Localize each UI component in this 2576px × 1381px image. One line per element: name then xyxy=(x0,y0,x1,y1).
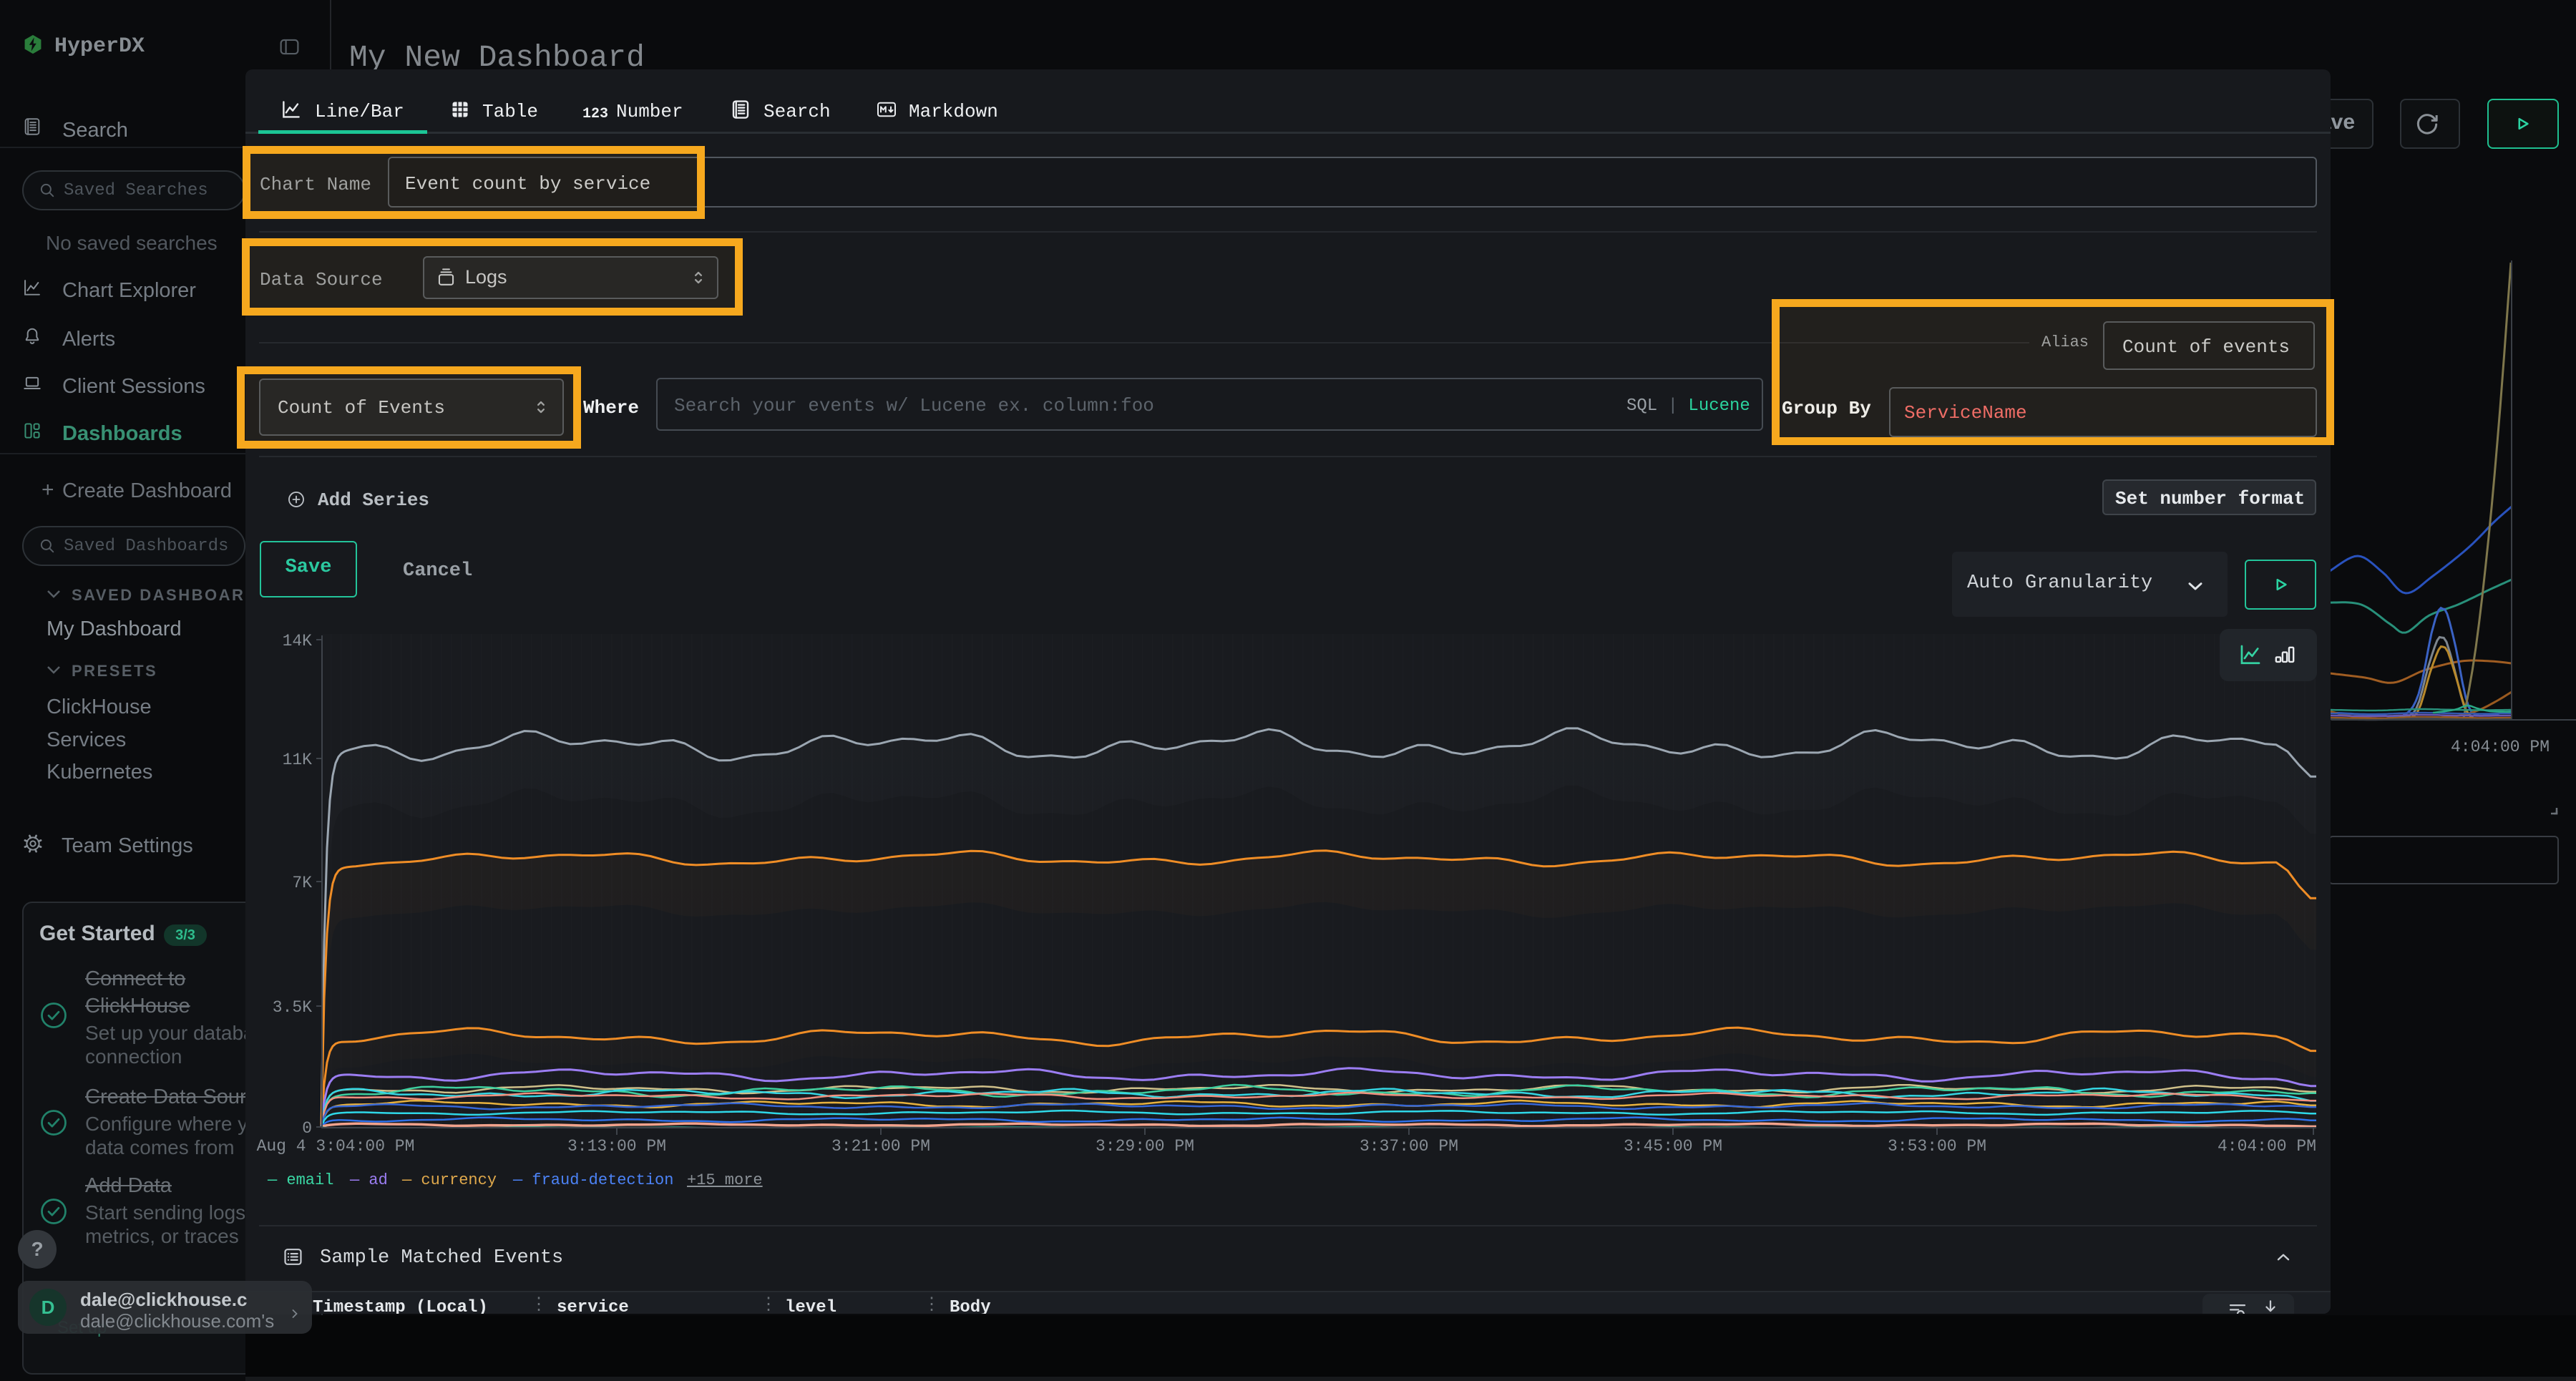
svg-text:3:21:00 PM: 3:21:00 PM xyxy=(831,1137,930,1156)
svg-text:3:53:00 PM: 3:53:00 PM xyxy=(1888,1137,1986,1156)
svg-text:14K: 14K xyxy=(283,632,313,650)
svg-text:3:13:00 PM: 3:13:00 PM xyxy=(567,1137,666,1156)
svg-text:3.5K: 3.5K xyxy=(273,998,312,1017)
svg-text:4:04:00 PM: 4:04:00 PM xyxy=(2218,1137,2316,1156)
svg-text:Aug 4 3:04:00 PM: Aug 4 3:04:00 PM xyxy=(257,1137,415,1156)
svg-text:3:37:00 PM: 3:37:00 PM xyxy=(1360,1137,1458,1156)
svg-text:3:45:00 PM: 3:45:00 PM xyxy=(1624,1137,1722,1156)
svg-text:0: 0 xyxy=(302,1119,312,1138)
svg-text:11K: 11K xyxy=(283,751,313,769)
svg-text:3:29:00 PM: 3:29:00 PM xyxy=(1096,1137,1194,1156)
svg-text:7K: 7K xyxy=(292,874,312,892)
